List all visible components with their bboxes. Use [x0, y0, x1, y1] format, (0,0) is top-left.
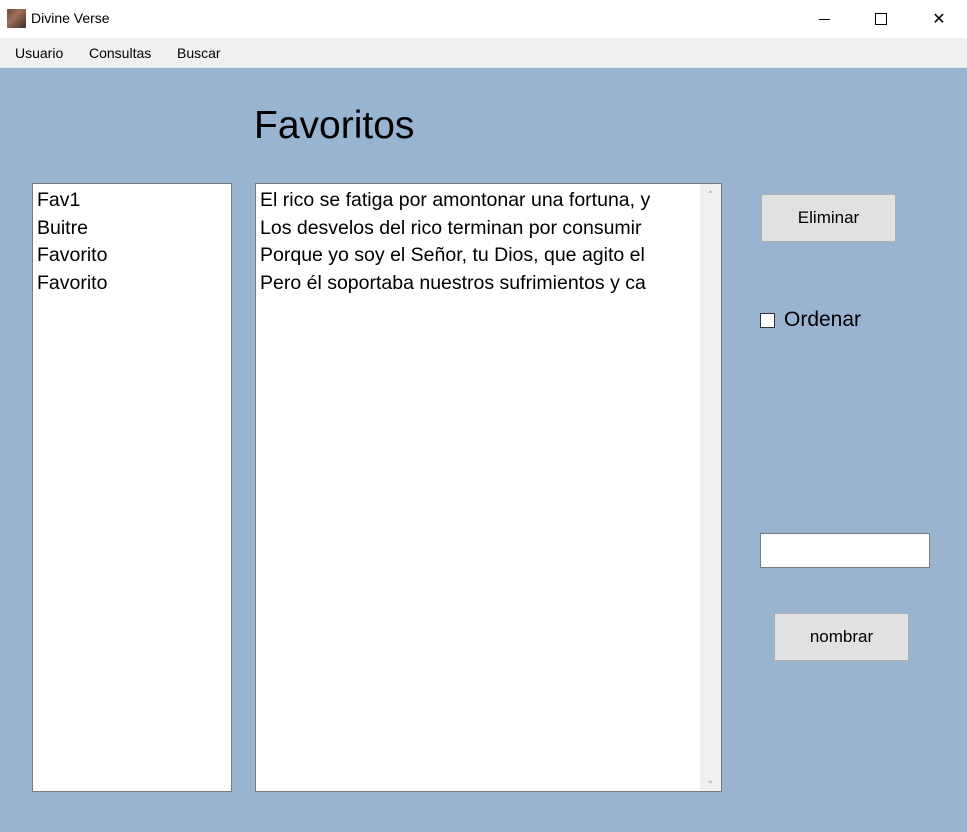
app-icon — [7, 9, 26, 28]
name-input[interactable] — [760, 533, 930, 568]
maximize-icon — [875, 13, 887, 25]
scroll-up-icon[interactable]: ⌃ — [700, 186, 721, 204]
verses-textbox[interactable]: El rico se fatiga por amontonar una fort… — [255, 183, 722, 792]
list-item[interactable]: Fav1 — [37, 187, 231, 215]
close-icon: ✕ — [932, 11, 946, 28]
list-item[interactable]: Favorito — [37, 270, 231, 298]
maximize-button[interactable] — [852, 0, 910, 38]
verse-line: Porque yo soy el Señor, tu Dios, que agi… — [260, 244, 645, 266]
ordenar-label[interactable]: Ordenar — [784, 308, 861, 332]
page-title: Favoritos — [254, 104, 415, 147]
close-button[interactable]: ✕ — [910, 0, 967, 38]
title-bar: Divine Verse ✕ — [0, 0, 967, 38]
verse-line: Pero él soportaba nuestros sufrimientos … — [260, 271, 646, 294]
verse-line: Los desvelos del rico terminan por consu… — [260, 216, 642, 239]
window-title: Divine Verse — [31, 10, 110, 26]
menu-consultas[interactable]: Consultas — [89, 45, 151, 61]
ordenar-checkbox-row[interactable]: Ordenar — [760, 308, 861, 332]
minimize-icon — [818, 18, 830, 20]
menu-buscar[interactable]: Buscar — [177, 45, 221, 61]
minimize-button[interactable] — [795, 0, 853, 38]
scroll-down-icon[interactable]: ⌄ — [700, 771, 721, 789]
verse-line: El rico se fatiga por amontonar una fort… — [260, 189, 651, 211]
eliminar-button[interactable]: Eliminar — [761, 194, 896, 242]
menu-bar: Usuario Consultas Buscar — [0, 38, 967, 68]
ordenar-checkbox[interactable] — [760, 312, 775, 328]
verses-content: El rico se fatiga por amontonar una fort… — [260, 187, 700, 297]
vertical-scrollbar[interactable]: ⌃ ⌄ — [700, 184, 721, 791]
menu-usuario[interactable]: Usuario — [15, 45, 63, 61]
main-panel: Favoritos Fav1 Buitre Favorito Favorito … — [0, 68, 967, 832]
list-item[interactable]: Favorito — [37, 242, 231, 270]
favorites-listbox[interactable]: Fav1 Buitre Favorito Favorito — [32, 183, 232, 792]
nombrar-button[interactable]: nombrar — [774, 613, 909, 661]
list-item[interactable]: Buitre — [37, 215, 231, 243]
